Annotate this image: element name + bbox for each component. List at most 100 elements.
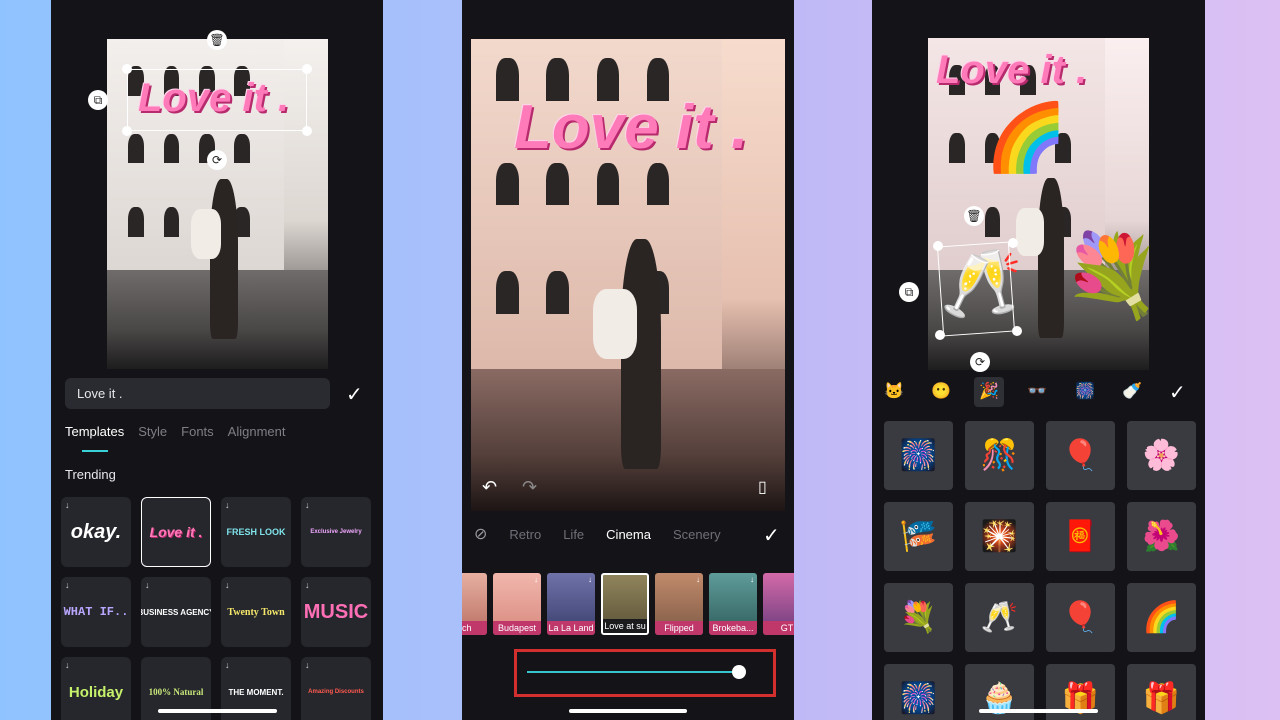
filter-thumbnail[interactable]: ↓ Flipped	[655, 573, 703, 635]
filter-thumbnail[interactable]: atch	[462, 573, 487, 635]
tab-templates[interactable]: Templates	[65, 424, 124, 439]
resize-handle[interactable]	[302, 64, 312, 74]
filter-editor-screen: Love it . ↶ ↷ ▯ ⊘ Retro Life Cinema Scen…	[462, 0, 794, 720]
resize-handle[interactable]	[302, 126, 312, 136]
bouquet-sticker[interactable]: 💐	[1062, 236, 1162, 316]
download-icon: ↓	[696, 575, 700, 584]
resize-handle[interactable]	[1012, 326, 1022, 336]
sticker-item[interactable]: 🎁	[1127, 664, 1196, 720]
confirm-check-icon[interactable]: ✓	[1169, 380, 1186, 405]
template-item-selected[interactable]: Love it .	[141, 497, 211, 567]
duplicate-icon[interactable]: ⧉	[899, 282, 919, 302]
filter-category-life[interactable]: Life	[563, 527, 584, 542]
text-overlay[interactable]: Love it .	[936, 48, 1087, 93]
photo-window	[496, 162, 519, 206]
template-item[interactable]: ↓ Holiday	[61, 657, 131, 720]
tab-alignment[interactable]: Alignment	[228, 424, 286, 439]
sticker-item[interactable]: 🎊	[965, 421, 1034, 490]
resize-handle[interactable]	[933, 241, 943, 251]
sticker-category-face-icon[interactable]: 😶	[926, 377, 956, 407]
template-label: Exclusive Jewelry	[310, 529, 362, 535]
resize-handle[interactable]	[122, 126, 132, 136]
template-item[interactable]: ↓ Twenty Town	[221, 577, 291, 647]
confirm-check-icon[interactable]: ✓	[763, 523, 780, 548]
sticker-item[interactable]: 🧧	[1046, 502, 1115, 571]
delete-icon[interactable]: 🗑	[964, 206, 984, 226]
section-title-trending: Trending	[65, 467, 116, 482]
intensity-slider-knob[interactable]	[732, 665, 746, 679]
sticker-item[interactable]: 🎈	[1046, 583, 1115, 652]
filter-label: GT	[763, 621, 794, 635]
filter-thumbnail[interactable]: GT	[763, 573, 794, 635]
compare-icon[interactable]: ▯	[758, 477, 767, 497]
photo-man	[210, 179, 238, 339]
tab-style[interactable]: Style	[138, 424, 167, 439]
filter-categories: ⊘ Retro Life Cinema Scenery	[474, 524, 721, 544]
sticker-item[interactable]: 🎆	[884, 421, 953, 490]
filter-thumbnail[interactable]: ↓ La La Land	[547, 573, 595, 635]
undo-icon[interactable]: ↶	[482, 477, 497, 498]
rainbow-sticker[interactable]: 🌈	[985, 104, 1067, 170]
template-grid: ↓ okay. Love it . ↓ FRESH LOOK ↓ Exclusive …	[61, 497, 371, 720]
sticker-item[interactable]: 🌸	[1127, 421, 1196, 490]
sticker-category-glasses-icon[interactable]: 👓	[1022, 377, 1052, 407]
sticker-category-party-icon[interactable]: 🎉	[974, 377, 1004, 407]
text-selection-box[interactable]	[127, 69, 307, 131]
resize-handle[interactable]	[935, 330, 945, 340]
sticker-item[interactable]: 🎆	[884, 664, 953, 720]
active-tab-indicator	[82, 450, 108, 452]
template-item[interactable]: ↓ BUSINESS AGENCY	[141, 577, 211, 647]
filter-thumbnail[interactable]: ↓ Budapest	[493, 573, 541, 635]
no-filter-icon[interactable]: ⊘	[474, 524, 487, 544]
sticker-category-bottle-icon[interactable]: 🍼	[1117, 377, 1147, 407]
filter-label: Flipped	[655, 621, 703, 635]
duplicate-icon[interactable]: ⧉	[88, 90, 108, 110]
delete-icon[interactable]: 🗑	[207, 30, 227, 50]
filter-label: atch	[462, 621, 487, 635]
resize-handle[interactable]	[122, 64, 132, 74]
home-indicator	[158, 709, 277, 713]
tab-fonts[interactable]: Fonts	[181, 424, 214, 439]
filter-thumbnail-selected[interactable]: Love at su	[601, 573, 649, 635]
rotate-icon[interactable]: ⟳	[970, 352, 990, 372]
photo-woman-dress	[593, 289, 637, 359]
filter-thumbnails: atch ↓ Budapest ↓ La La Land Love at su ↓ F…	[462, 573, 794, 635]
template-item[interactable]: ↓ Exclusive Jewelry	[301, 497, 371, 567]
sticker-item[interactable]: 🎇	[965, 502, 1034, 571]
template-item[interactable]: ↓ WHAT IF..	[61, 577, 131, 647]
sticker-item[interactable]: 💐	[884, 583, 953, 652]
filter-thumbnail[interactable]: ↓ Brokeba...	[709, 573, 757, 635]
sticker-item[interactable]: 🥂	[965, 583, 1034, 652]
sticker-category-cat-icon[interactable]: 🐱	[879, 377, 909, 407]
text-overlay[interactable]: Love it .	[514, 92, 748, 163]
photo-window	[984, 206, 1001, 237]
redo-icon[interactable]: ↷	[522, 477, 537, 498]
resize-handle[interactable]	[1008, 238, 1018, 248]
sticker-item[interactable]: 🌺	[1127, 502, 1196, 571]
download-icon: ↓	[225, 500, 230, 510]
download-icon: ↓	[534, 575, 538, 584]
download-icon: ↓	[225, 660, 230, 670]
sticker-editor-screen: Love it . 🌈 💐 🥂 🗑 ⧉ ⟳ 🐱 😶 🎉 👓 🎆 🍼 ✓ 🎆 🎊 …	[872, 0, 1205, 720]
intensity-slider-track[interactable]	[527, 671, 739, 673]
template-label: Holiday	[68, 683, 124, 701]
sticker-item[interactable]: 🎏	[884, 502, 953, 571]
template-item[interactable]: ↓ Amazing Discounts	[301, 657, 371, 720]
sticker-grid: 🎆 🎊 🎈 🌸 🎏 🎇 🧧 🌺 💐 🥂 🎈 🌈 🎆 🧁 🎁 🎁	[884, 421, 1196, 720]
sticker-selection-box[interactable]	[936, 241, 1016, 337]
template-item[interactable]: ↓ MUSIC	[301, 577, 371, 647]
template-item[interactable]: ↓ FRESH LOOK	[221, 497, 291, 567]
filter-category-cinema[interactable]: Cinema	[606, 527, 651, 542]
template-label: okay.	[70, 520, 122, 543]
filter-category-retro[interactable]: Retro	[509, 527, 541, 542]
sticker-item[interactable]: 🎈	[1046, 421, 1115, 490]
sticker-item[interactable]: 🌈	[1127, 583, 1196, 652]
text-input-field[interactable]: Love it .	[65, 378, 330, 409]
rotate-icon[interactable]: ⟳	[207, 150, 227, 170]
sticker-category-newyear-icon[interactable]: 🎆	[1070, 377, 1100, 407]
template-item[interactable]: ↓ okay.	[61, 497, 131, 567]
download-icon: ↓	[588, 575, 592, 584]
photo-man	[1038, 178, 1064, 338]
confirm-check-icon[interactable]: ✓	[346, 382, 363, 407]
filter-category-scenery[interactable]: Scenery	[673, 527, 721, 542]
